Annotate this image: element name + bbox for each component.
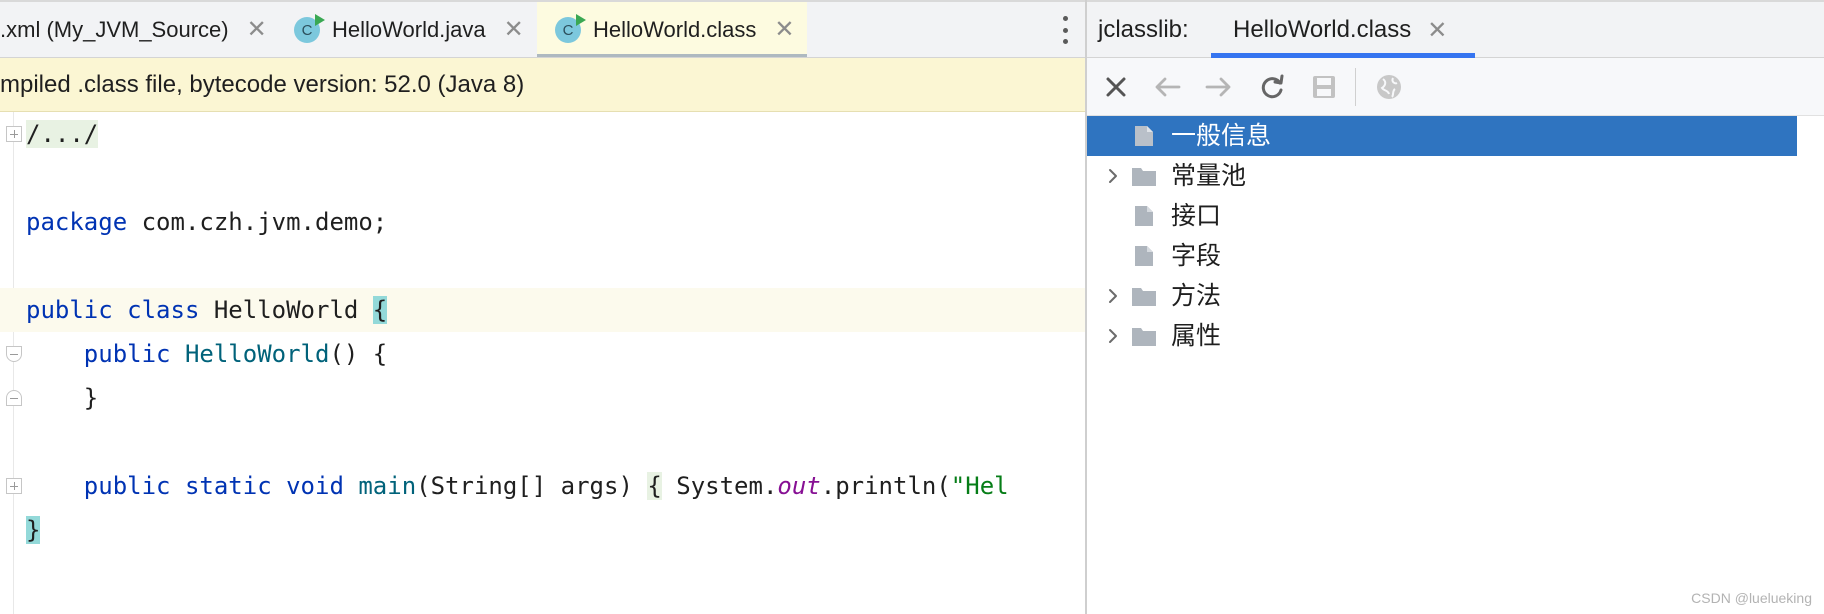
close-icon[interactable]: ✕ — [1427, 16, 1447, 45]
folded-header-comment[interactable]: /.../ — [26, 120, 99, 148]
toolbar-separator — [1355, 68, 1356, 106]
close-icon[interactable]: ✕ — [247, 18, 267, 42]
code-line: public HelloWorld() { — [0, 332, 1085, 376]
close-icon[interactable] — [1101, 72, 1131, 102]
code-line: public static void main(String[] args) {… — [0, 464, 1085, 508]
folder-icon — [1132, 288, 1156, 306]
code-line-current: public class HelloWorld { — [0, 288, 1085, 332]
class-name: HelloWorld — [199, 296, 373, 324]
tab-helloworld-class[interactable]: C HelloWorld.class ✕ — [537, 2, 807, 57]
run-arrow-icon — [315, 14, 325, 26]
code-line: } — [0, 376, 1085, 420]
tree-item-general-info[interactable]: 一般信息 — [1087, 116, 1797, 156]
java-class-icon: C — [294, 14, 325, 43]
java-class-icon: C — [555, 14, 586, 43]
method-name: main — [358, 472, 417, 500]
tree-item-fields[interactable]: 字段 — [1087, 236, 1797, 276]
tree-item-label: 方法 — [1171, 281, 1222, 310]
constructor-name: HelloWorld — [184, 340, 330, 368]
browser-globe-icon[interactable] — [1374, 72, 1404, 102]
class-structure-tree: 一般信息 常量池 接口 字段 方法 属性 — [1087, 116, 1824, 614]
run-arrow-icon — [576, 14, 586, 26]
keyword: class — [127, 296, 200, 324]
banner-text: mpiled .class file, bytecode version: 52… — [0, 70, 525, 98]
tab-label: .xml (My_JVM_Source) — [0, 17, 229, 42]
tree-item-attributes[interactable]: 属性 — [1087, 316, 1797, 356]
jclasslib-toolbar — [1087, 58, 1824, 116]
file-icon — [1135, 126, 1153, 146]
watermark-text: CSDN @luelueking — [1691, 590, 1812, 606]
refresh-icon[interactable] — [1257, 72, 1287, 102]
tree-item-methods[interactable]: 方法 — [1087, 276, 1797, 316]
tree-item-label: 一般信息 — [1171, 121, 1272, 150]
println-call: .println( — [820, 472, 951, 500]
package-name: com.czh.jvm.demo; — [127, 208, 388, 236]
file-icon — [1135, 246, 1153, 266]
keyword: public — [83, 340, 171, 368]
close-icon[interactable]: ✕ — [774, 18, 794, 42]
class-icon-letter: C — [301, 21, 313, 39]
matched-brace: { — [372, 296, 388, 324]
tab-label: HelloWorld.java — [332, 17, 486, 42]
tab-label: HelloWorld.class — [593, 17, 757, 42]
tree-item-label: 属性 — [1171, 321, 1222, 350]
close-icon[interactable]: ✕ — [504, 18, 524, 42]
folder-icon — [1132, 328, 1156, 346]
tree-item-label: 字段 — [1171, 241, 1222, 270]
code-line: package com.czh.jvm.demo; — [0, 200, 1085, 244]
tab-jclasslib-helloworld-class[interactable]: HelloWorld.class ✕ — [1211, 2, 1475, 58]
closing-brace: } — [83, 384, 99, 412]
editor-tab-bar: .xml (My_JVM_Source) ✕ C HelloWorld.java… — [0, 0, 1085, 58]
forward-arrow-icon[interactable] — [1204, 72, 1234, 102]
editor-pane: .xml (My_JVM_Source) ✕ C HelloWorld.java… — [0, 0, 1085, 614]
tab-helloworld-java[interactable]: C HelloWorld.java ✕ — [294, 2, 538, 57]
static-field: out — [777, 472, 821, 500]
string-literal: "Hel — [950, 472, 1009, 500]
tree-item-label: 常量池 — [1171, 161, 1247, 190]
tab-label: HelloWorld.class — [1233, 16, 1412, 43]
fold-expand-icon[interactable] — [6, 478, 22, 494]
jclasslib-pane: jclasslib: HelloWorld.class ✕ 一般信息 常量池 接… — [1087, 0, 1824, 614]
tab-pom-xml[interactable]: .xml (My_JVM_Source) ✕ — [0, 2, 280, 57]
fold-expand-icon[interactable] — [6, 126, 22, 142]
code-line: } — [0, 508, 1085, 552]
more-vertical-icon[interactable] — [1061, 16, 1069, 44]
decompiled-info-banner: mpiled .class file, bytecode version: 52… — [0, 58, 1085, 112]
folder-icon — [1132, 168, 1156, 186]
file-icon — [1135, 206, 1153, 226]
keyword: package — [26, 208, 128, 236]
system-ref: System. — [661, 472, 778, 500]
tree-item-constant-pool[interactable]: 常量池 — [1087, 156, 1797, 196]
fold-collapse-icon[interactable] — [6, 346, 22, 362]
keyword: static — [184, 472, 272, 500]
tree-item-label: 接口 — [1171, 201, 1222, 230]
chevron-right-icon[interactable] — [1103, 326, 1123, 346]
method-params: (String[] args) — [416, 472, 648, 500]
jclasslib-title: jclasslib: — [1098, 16, 1189, 43]
chevron-right-icon[interactable] — [1103, 286, 1123, 306]
jclasslib-header: jclasslib: HelloWorld.class ✕ — [1087, 0, 1824, 58]
fold-collapse-icon[interactable] — [6, 390, 22, 406]
code-editor[interactable]: /.../ package com.czh.jvm.demo; public c… — [0, 112, 1085, 614]
folded-brace[interactable]: { — [647, 472, 662, 500]
chevron-right-icon[interactable] — [1103, 166, 1123, 186]
keyword: public — [26, 296, 113, 324]
tree-item-interfaces[interactable]: 接口 — [1087, 196, 1797, 236]
code-line: /.../ — [0, 112, 1085, 156]
matched-brace: } — [26, 516, 41, 544]
back-arrow-icon[interactable] — [1152, 72, 1182, 102]
constructor-signature: () { — [329, 340, 388, 368]
keyword: void — [286, 472, 344, 500]
save-icon[interactable] — [1309, 72, 1339, 102]
keyword: public — [83, 472, 171, 500]
class-icon-letter: C — [562, 21, 574, 39]
